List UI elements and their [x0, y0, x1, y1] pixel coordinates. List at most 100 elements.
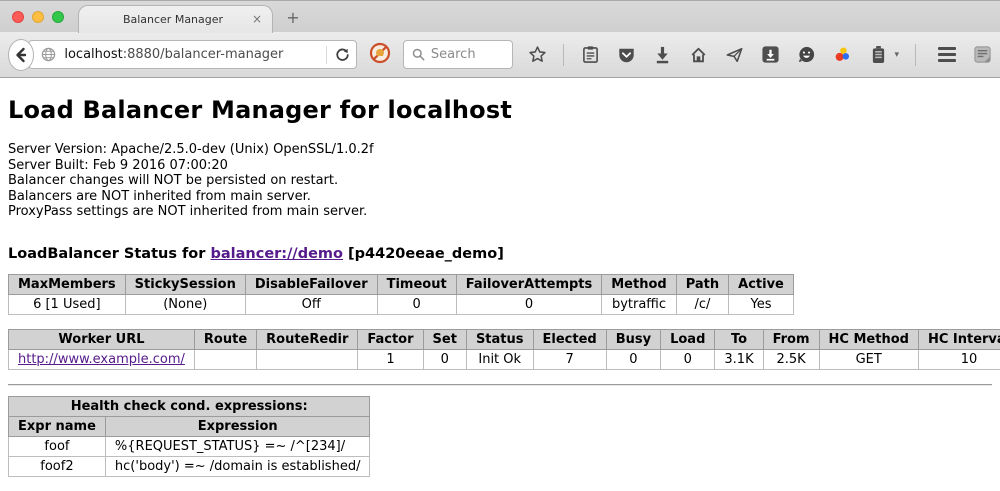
server-info-line: Balancers are NOT inherited from main se…: [8, 189, 992, 205]
bookmark-star-icon[interactable]: [527, 45, 547, 65]
new-tab-button[interactable]: +: [283, 10, 303, 28]
column-header: To: [715, 329, 763, 349]
column-header: HC Method: [819, 329, 918, 349]
column-header: Path: [676, 274, 728, 294]
worker-status-table: Worker URLRouteRouteRedirFactorSetStatus…: [8, 329, 1000, 370]
table-cell: 0: [423, 349, 466, 369]
download-manager-icon[interactable]: [760, 45, 780, 65]
table-cell: Yes: [729, 294, 794, 314]
minimize-window-button[interactable]: [32, 11, 44, 23]
table-cell: /c/: [676, 294, 728, 314]
toolbar-divider: [563, 44, 564, 66]
column-header: Method: [602, 274, 676, 294]
column-header: Worker URL: [9, 329, 195, 349]
site-identity-globe-icon: [41, 47, 56, 62]
column-header: MaxMembers: [9, 274, 126, 294]
status-heading-suffix: [p4420eeae_demo]: [343, 246, 504, 262]
page-title: Load Balancer Manager for localhost: [8, 96, 992, 124]
url-bar[interactable]: localhost:8880/balancer-manager: [28, 40, 357, 69]
home-icon[interactable]: [688, 45, 708, 65]
table-cell: 3.1K: [715, 349, 763, 369]
search-placeholder: Search: [431, 47, 476, 62]
table-cell: 0: [661, 349, 715, 369]
toolbar-divider: [915, 44, 916, 66]
menu-hamburger-icon[interactable]: [938, 47, 956, 62]
table-cell: foof: [9, 436, 106, 456]
table-title: Health check cond. expressions:: [9, 396, 370, 416]
emoji-chat-icon[interactable]: [796, 45, 816, 65]
table-row: 6 [1 Used](None)Off00bytraffic/c/Yes: [9, 294, 794, 314]
zoom-window-button[interactable]: [52, 11, 64, 23]
reload-icon[interactable]: [335, 47, 350, 62]
table-row: http://www.example.com/ 10Init Ok7003.1K…: [9, 349, 1000, 369]
url-text[interactable]: localhost:8880/balancer-manager: [64, 47, 318, 62]
battery-extension-icon[interactable]: [868, 45, 888, 65]
downloads-icon[interactable]: [652, 45, 672, 65]
urlbar-divider: [326, 46, 327, 64]
server-info: Server Version: Apache/2.5.0-dev (Unix) …: [8, 142, 992, 220]
table-cell: hc('body') =~ /domain is established/: [105, 456, 370, 476]
url-path: :8880/balancer-manager: [123, 47, 284, 62]
send-page-icon[interactable]: [724, 45, 744, 65]
table-cell: 0: [456, 294, 602, 314]
column-header: Busy: [606, 329, 660, 349]
column-header: StickySession: [125, 274, 245, 294]
column-header: Expression: [105, 416, 370, 436]
table-cell: bytraffic: [602, 294, 676, 314]
table-cell: 0: [377, 294, 456, 314]
page-grid-icon[interactable]: [972, 45, 992, 65]
table-cell: GET: [819, 349, 918, 369]
tab-balancer-manager[interactable]: Balancer Manager ×: [78, 5, 273, 33]
tab-strip: Balancer Manager × +: [0, 0, 1000, 32]
table-cell: (None): [125, 294, 245, 314]
pocket-icon[interactable]: [616, 45, 636, 65]
worker-url-link[interactable]: http://www.example.com/: [18, 352, 185, 367]
server-info-line: ProxyPass settings are NOT inherited fro…: [8, 204, 992, 220]
back-arrow-icon: [13, 47, 29, 63]
reading-list-icon[interactable]: [580, 45, 600, 65]
column-header: FailoverAttempts: [456, 274, 602, 294]
column-header: Factor: [358, 329, 423, 349]
column-header: RouteRedir: [257, 329, 358, 349]
column-header: DisableFailover: [245, 274, 377, 294]
column-header: Set: [423, 329, 466, 349]
table-cell: 6 [1 Used]: [9, 294, 126, 314]
search-magnifier-icon: [412, 48, 425, 61]
back-button[interactable]: [8, 39, 34, 71]
section-divider: [8, 384, 992, 386]
column-header: Status: [466, 329, 533, 349]
status-heading-prefix: LoadBalancer Status for: [8, 246, 210, 262]
column-header: From: [763, 329, 819, 349]
browser-window: Balancer Manager × + localhost:8880/bala…: [0, 0, 1000, 491]
column-header: HC Interval: [918, 329, 1000, 349]
navigation-toolbar: localhost:8880/balancer-manager Search: [0, 32, 1000, 78]
table-cell: 7: [533, 349, 606, 369]
table-row: foof2hc('body') =~ /domain is establishe…: [9, 456, 370, 476]
table-cell: 1: [358, 349, 423, 369]
column-header: Expr name: [9, 416, 106, 436]
server-info-line: Server Version: Apache/2.5.0-dev (Unix) …: [8, 142, 992, 158]
overflow-caret-icon[interactable]: ▾: [894, 50, 899, 60]
search-bar[interactable]: Search: [403, 40, 514, 69]
table-cell: Init Ok: [466, 349, 533, 369]
url-domain: localhost: [64, 47, 122, 62]
table-cell: %{REQUEST_STATUS} =~ /^[234]/: [105, 436, 370, 456]
column-header: Load: [661, 329, 715, 349]
page-content: Load Balancer Manager for localhost Serv…: [0, 78, 1000, 491]
table-cell: foof2: [9, 456, 106, 476]
table-cell: 10: [918, 349, 1000, 369]
toolbar-icons: ▾: [527, 44, 992, 66]
column-header: Timeout: [377, 274, 456, 294]
table-cell: 2.5K: [763, 349, 819, 369]
content-blocker-icon[interactable]: [369, 42, 391, 68]
table-row: foof%{REQUEST_STATUS} =~ /^[234]/: [9, 436, 370, 456]
table-cell: [257, 349, 358, 369]
table-cell: Off: [245, 294, 377, 314]
tab-close-icon[interactable]: ×: [249, 12, 265, 28]
window-controls: [12, 11, 64, 23]
balancer-demo-link[interactable]: balancer://demo: [210, 246, 343, 262]
close-window-button[interactable]: [12, 11, 24, 23]
server-info-line: Server Built: Feb 9 2016 07:00:20: [8, 158, 992, 174]
balancer-settings-table: MaxMembersStickySessionDisableFailoverTi…: [8, 274, 794, 315]
color-dots-extension-icon[interactable]: [832, 45, 852, 65]
